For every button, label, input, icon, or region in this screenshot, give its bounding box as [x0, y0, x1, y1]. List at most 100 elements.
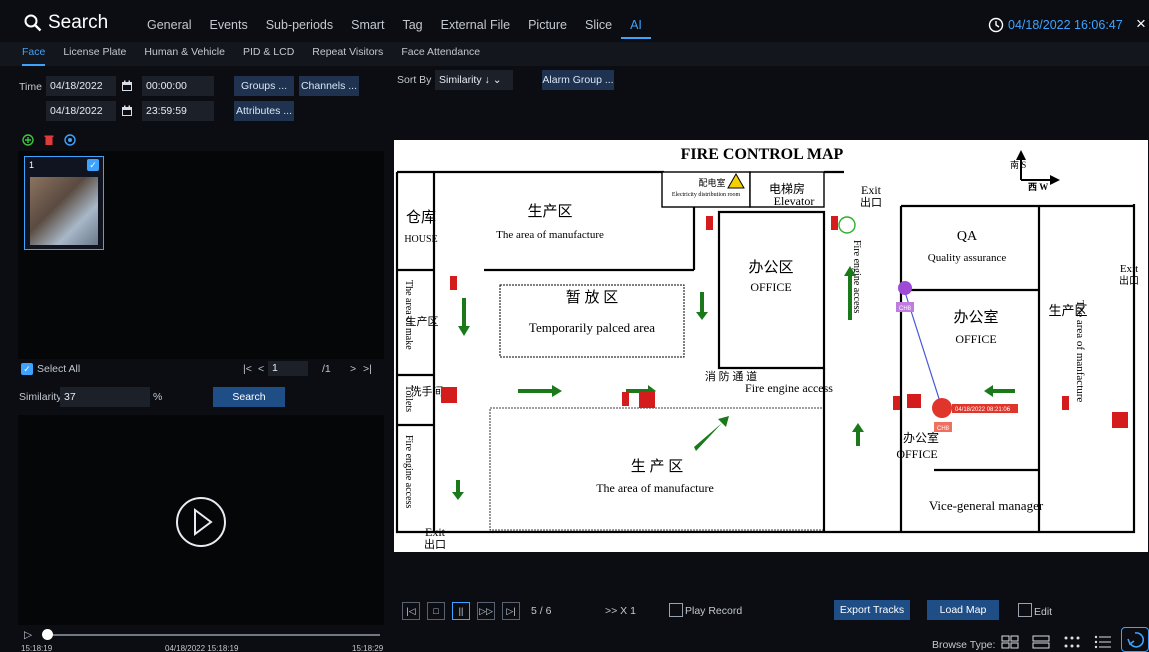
- fire-access-side: Fire engine access: [403, 435, 414, 508]
- camera-marker-purple[interactable]: [898, 281, 912, 295]
- trash-icon[interactable]: [43, 134, 55, 146]
- grid-2x2-icon[interactable]: [1001, 635, 1019, 649]
- ch-label-1: CH8: [899, 306, 912, 312]
- export-tracks-button[interactable]: Export Tracks: [834, 600, 910, 620]
- subtab-face[interactable]: Face: [22, 42, 46, 66]
- tab-ai[interactable]: AI: [621, 17, 651, 39]
- timeline-start: 15:18:19: [21, 644, 53, 652]
- office2-en: OFFICE: [955, 332, 996, 346]
- exit2-en: Exit: [1120, 263, 1138, 275]
- start-time-field[interactable]: 00:00:00: [142, 76, 214, 96]
- subtab-pid-lcd[interactable]: PID & LCD: [243, 42, 294, 66]
- elec-cn: 配电室: [698, 177, 725, 188]
- search-button[interactable]: Search: [213, 387, 285, 407]
- camera-marker-red[interactable]: [932, 398, 952, 418]
- temp-cn: 暂 放 区: [566, 289, 619, 306]
- sort-by-label: Sort By: [397, 74, 432, 86]
- close-icon[interactable]: ×: [1136, 14, 1146, 34]
- exit-cn: 出口: [860, 195, 882, 209]
- house-en: HOUSE: [404, 234, 437, 245]
- tab-smart[interactable]: Smart: [342, 17, 393, 39]
- elev-en: Elevator: [774, 194, 815, 208]
- page-total: /1: [322, 363, 331, 375]
- stop-icon[interactable]: □: [427, 602, 445, 620]
- tab-slice[interactable]: Slice: [576, 17, 621, 39]
- thumbnail-checkbox[interactable]: ✓: [87, 159, 99, 171]
- timeline-play-icon[interactable]: ▷: [24, 629, 32, 641]
- smiley-icon: [838, 216, 856, 234]
- edit-checkbox[interactable]: [1018, 603, 1032, 617]
- track-end-icon[interactable]: ▷|: [502, 602, 520, 620]
- temp-en: Temporarily palced area: [529, 320, 655, 335]
- elec-en: Electricity distribution room: [672, 192, 741, 198]
- similarity-input[interactable]: 37: [60, 387, 150, 407]
- subtab-license-plate[interactable]: License Plate: [63, 42, 126, 66]
- face-thumbnail[interactable]: 1 ✓: [24, 156, 104, 250]
- alarm-group-button[interactable]: Alarm Group ...: [542, 70, 614, 90]
- first-page-icon[interactable]: |<: [243, 363, 252, 375]
- clock-icon: [988, 17, 1004, 33]
- qa-en: QA: [957, 229, 978, 244]
- last-page-icon[interactable]: >|: [363, 363, 372, 375]
- ch-label-2: CH8: [937, 426, 950, 432]
- tab-events[interactable]: Events: [200, 17, 256, 39]
- track-counter: 5 / 6: [531, 605, 552, 617]
- similarity-unit: %: [153, 391, 163, 403]
- play-icon[interactable]: [175, 496, 227, 548]
- tab-sub-periods[interactable]: Sub-periods: [257, 17, 342, 39]
- tab-external-file[interactable]: External File: [432, 17, 519, 39]
- grid-dots-icon[interactable]: [1063, 635, 1081, 649]
- subtab-face-attendance[interactable]: Face Attendance: [401, 42, 480, 66]
- vice-gm: Vice-general manager: [929, 498, 1044, 513]
- subtab-human-vehicle[interactable]: Human & Vehicle: [144, 42, 225, 66]
- current-datetime: 04/18/2022 16:06:47: [1008, 18, 1123, 32]
- play-record-checkbox[interactable]: [669, 603, 683, 617]
- next-page-icon[interactable]: >: [350, 363, 356, 375]
- end-time-field[interactable]: 23:59:59: [142, 101, 214, 121]
- add-icon[interactable]: [22, 134, 34, 146]
- compass-south: 南 S: [1010, 159, 1026, 170]
- pause-icon[interactable]: ||: [452, 602, 470, 620]
- tab-tag[interactable]: Tag: [393, 17, 431, 39]
- select-all-label: Select All: [37, 363, 81, 375]
- tab-general[interactable]: General: [138, 17, 200, 39]
- app-title: Search: [48, 12, 109, 33]
- browse-type-label: Browse Type:: [932, 639, 996, 651]
- attributes-button[interactable]: Attributes ...: [234, 101, 294, 121]
- search-icon: [24, 14, 42, 32]
- target-icon[interactable]: [64, 134, 76, 146]
- chevron-down-icon: ⌄: [492, 74, 502, 86]
- track-start-icon[interactable]: |◁: [402, 602, 420, 620]
- timeline-track[interactable]: [44, 634, 380, 636]
- map-title: FIRE CONTROL MAP: [681, 146, 844, 163]
- big-manuf-cn: 生 产 区: [631, 458, 684, 475]
- calendar-icon[interactable]: [121, 105, 133, 117]
- end-date-field[interactable]: 04/18/2022: [46, 101, 116, 121]
- page-number-input[interactable]: 1: [268, 361, 308, 376]
- fast-forward-icon[interactable]: ▷▷: [477, 602, 495, 620]
- select-all-checkbox[interactable]: ✓: [21, 363, 33, 375]
- compass-west: 西 W: [1028, 182, 1048, 192]
- make-cn: 生产区: [406, 314, 439, 328]
- return-icon[interactable]: [1121, 627, 1149, 652]
- channels-button[interactable]: Channels ...: [299, 76, 359, 96]
- tab-picture[interactable]: Picture: [519, 17, 576, 39]
- exit2-cn: 出口: [1119, 274, 1139, 287]
- timeline-handle[interactable]: [42, 629, 53, 640]
- top-bar: Search General Events Sub-periods Smart …: [0, 0, 1149, 42]
- playback-speed[interactable]: >> X 1: [605, 605, 636, 617]
- start-date-field[interactable]: 04/18/2022: [46, 76, 116, 96]
- fire-control-map: FIRE CONTROL MAP 南 S 西 W 配电室 Electricity…: [394, 140, 1148, 552]
- list-view-icon[interactable]: [1094, 635, 1112, 649]
- prev-page-icon[interactable]: <: [258, 363, 264, 375]
- sort-select[interactable]: Similarity ↓ ⌄: [435, 70, 513, 90]
- load-map-button[interactable]: Load Map: [927, 600, 999, 620]
- app-brand: Search: [24, 12, 108, 34]
- groups-button[interactable]: Groups ...: [234, 76, 294, 96]
- thumbnail-index: 1: [29, 160, 35, 170]
- event-time: 04/18/2022 08:21:06: [955, 407, 1011, 413]
- route-arrows: [452, 266, 1015, 500]
- subtab-repeat-visitors[interactable]: Repeat Visitors: [312, 42, 383, 66]
- grid-3x3-icon[interactable]: [1032, 635, 1050, 649]
- calendar-icon[interactable]: [121, 80, 133, 92]
